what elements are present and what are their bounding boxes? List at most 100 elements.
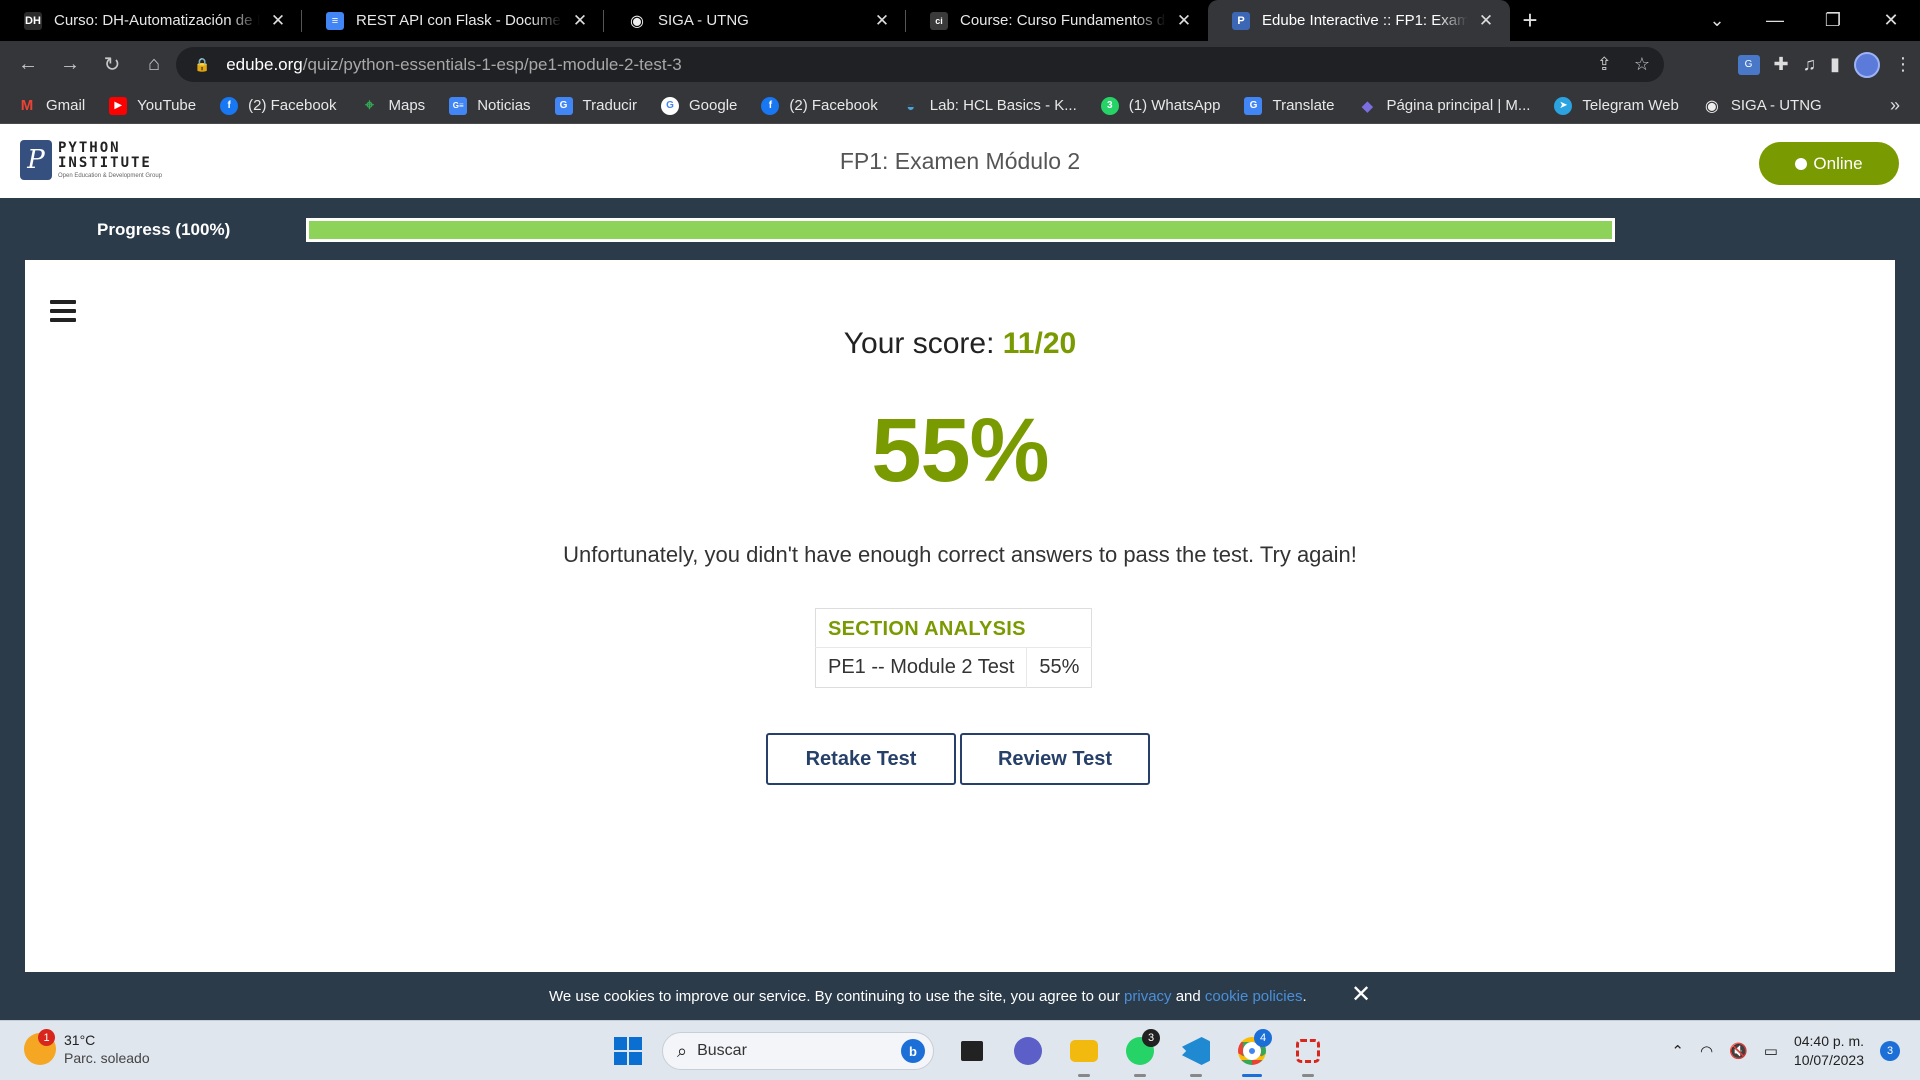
window-close-icon[interactable]: ✕ <box>1862 10 1920 31</box>
close-icon[interactable]: ✕ <box>570 11 590 31</box>
bookmark-facebook[interactable]: f (2) Facebook <box>220 96 337 115</box>
cookie-banner: We use cookies to improve our service. B… <box>25 972 1895 1020</box>
bookmark-star-icon[interactable]: ☆ <box>1634 54 1650 75</box>
restore-icon[interactable]: ❐ <box>1804 10 1862 31</box>
site-header: P PYTHON INSTITUTE Open Education & Deve… <box>0 124 1920 198</box>
progress-fill <box>309 221 1612 239</box>
cookie-close-icon[interactable]: ✕ <box>1351 980 1371 1009</box>
chevron-up-icon[interactable]: ⌃ <box>1671 1042 1684 1060</box>
weather-badge: 1 <box>38 1029 55 1046</box>
bookmark-telegram[interactable]: ➤ Telegram Web <box>1554 96 1679 115</box>
bookmark-pagina-principal[interactable]: ◆ Página principal | M... <box>1358 97 1531 115</box>
bookmark-noticias[interactable]: G≡ Noticias <box>449 96 531 115</box>
window-controls: ⌄ — ❐ ✕ <box>1688 0 1920 41</box>
section-analysis-header: SECTION ANALYSIS <box>815 608 1092 648</box>
tab-2[interactable]: ◉ SIGA - UTNG ✕ <box>604 0 906 41</box>
teams-chat-icon[interactable] <box>1000 1029 1056 1073</box>
search-icon: ⌕ <box>677 1040 688 1061</box>
hamburger-menu-icon[interactable] <box>50 300 76 327</box>
whatsapp-icon: 3 <box>1100 96 1119 115</box>
tab-title: Curso: DH-Automatización de Infraestruct… <box>54 12 260 29</box>
vscode-icon[interactable] <box>1168 1029 1224 1077</box>
bookmark-traducir[interactable]: G Traducir <box>554 96 637 115</box>
weather-widget[interactable]: 1 31°C Parc. soleado <box>24 1029 150 1067</box>
system-tray: ⌃ ◠ 🔇 ▭ 04:40 p. m. 10/07/2023 3 <box>1671 1021 1900 1080</box>
file-explorer-icon[interactable] <box>1056 1029 1112 1077</box>
taskbar-search[interactable]: ⌕ Buscar b <box>662 1032 934 1070</box>
bookmarks-overflow-icon[interactable]: » <box>1890 95 1900 116</box>
chrome-badge: 4 <box>1254 1029 1272 1047</box>
tab-3[interactable]: ci Course: Curso Fundamentos de Python ✕ <box>906 0 1208 41</box>
progress-section: Progress (100%) <box>0 198 1920 260</box>
clock[interactable]: 04:40 p. m. 10/07/2023 <box>1794 1032 1864 1070</box>
cisco-icon: ci <box>930 11 948 30</box>
media-control-icon[interactable]: ♫ <box>1803 54 1817 75</box>
minimize-icon[interactable]: — <box>1746 10 1804 31</box>
menu-kebab-icon[interactable]: ⋮ <box>1894 54 1912 75</box>
bookmarks-bar: M Gmail ▶ YouTube f (2) Facebook ⌖ Maps G≡ No… <box>0 88 1920 124</box>
bookmark-gmail[interactable]: M Gmail <box>18 97 85 115</box>
chrome-icon[interactable]: 4 <box>1224 1029 1280 1077</box>
bookmark-youtube[interactable]: ▶ YouTube <box>109 96 196 115</box>
tab-search-icon[interactable]: ⌄ <box>1688 10 1746 31</box>
section-name: PE1 -- Module 2 Test <box>828 656 1015 678</box>
tab-title: Course: Curso Fundamentos de Python <box>960 12 1166 29</box>
close-icon[interactable]: ✕ <box>1476 11 1496 31</box>
weather-desc: Parc. soleado <box>64 1050 150 1066</box>
wifi-icon[interactable]: ◠ <box>1700 1042 1713 1060</box>
bookmark-siga[interactable]: ◉ SIGA - UTNG <box>1703 97 1822 115</box>
browser-toolbar: ← → ↻ ⌂ 🔒 edube.org/quiz/python-essentia… <box>0 41 1920 88</box>
section-score: 55% <box>1026 647 1092 688</box>
lock-icon[interactable]: 🔒 <box>194 57 210 73</box>
windows-start-icon[interactable] <box>606 1029 650 1073</box>
privacy-link[interactable]: privacy <box>1124 988 1172 1005</box>
translate-extension-icon[interactable]: G <box>1737 54 1760 75</box>
telegram-icon: ➤ <box>1554 96 1573 115</box>
speaker-muted-icon[interactable]: 🔇 <box>1729 1042 1748 1060</box>
cookie-text: We use cookies to improve our service. B… <box>549 988 1307 1005</box>
home-icon[interactable]: ⌂ <box>134 45 174 85</box>
address-bar[interactable]: 🔒 edube.org/quiz/python-essentials-1-esp… <box>176 47 1664 82</box>
new-tab-button[interactable]: + <box>1510 0 1550 41</box>
bookmark-hcl-lab[interactable]: ◒ Lab: HCL Basics - K... <box>902 97 1077 115</box>
review-test-button[interactable]: Review Test <box>960 733 1150 785</box>
score-percent: 55% <box>871 401 1049 501</box>
google-icon: G <box>661 96 680 115</box>
tab-title: REST API con Flask - Documentos de Googl… <box>356 12 562 29</box>
score-line: Your score: 11/20 <box>843 327 1077 360</box>
page-title: FP1: Examen Módulo 2 <box>839 148 1081 174</box>
share-icon[interactable]: ⇪ <box>1597 54 1612 75</box>
notification-badge[interactable]: 3 <box>1880 1041 1900 1061</box>
snipping-tool-icon[interactable] <box>1280 1029 1336 1077</box>
tab-title: SIGA - UTNG <box>658 12 749 29</box>
whatsapp-app-icon[interactable]: 3 <box>1112 1029 1168 1077</box>
tab-0[interactable]: DH Curso: DH-Automatización de Infraestr… <box>0 0 302 41</box>
close-icon[interactable]: ✕ <box>872 11 892 31</box>
close-icon[interactable]: ✕ <box>268 11 288 31</box>
tab-1[interactable]: ≡ REST API con Flask - Documentos de Goo… <box>302 0 604 41</box>
browser-tab-strip: DH Curso: DH-Automatización de Infraestr… <box>0 0 1920 41</box>
bookmark-translate[interactable]: G Translate <box>1244 96 1334 115</box>
bookmark-google[interactable]: G Google <box>661 96 737 115</box>
side-panel-icon[interactable]: ▮ <box>1830 54 1840 75</box>
reload-icon[interactable]: ↻ <box>92 45 132 85</box>
bing-icon[interactable]: b <box>901 1039 925 1063</box>
profile-avatar[interactable] <box>1854 51 1880 78</box>
close-icon[interactable]: ✕ <box>1174 11 1194 31</box>
battery-icon[interactable]: ▭ <box>1764 1042 1778 1060</box>
extensions-puzzle-icon[interactable]: ✚ <box>1774 54 1789 75</box>
retake-test-button[interactable]: Retake Test <box>766 733 956 785</box>
task-view-icon[interactable] <box>944 1029 1000 1073</box>
online-status-button[interactable]: Online <box>1759 142 1899 185</box>
facebook-icon: f <box>220 96 239 115</box>
back-icon[interactable]: ← <box>8 45 48 85</box>
bookmark-maps[interactable]: ⌖ Maps <box>361 97 425 115</box>
globe-icon: ◉ <box>628 11 646 30</box>
taskbar-apps: ⌕ Buscar b 3 4 <box>606 1029 1336 1077</box>
cookie-policies-link[interactable]: cookie policies <box>1205 988 1303 1005</box>
forward-icon[interactable]: → <box>50 45 90 85</box>
tab-4-active[interactable]: P Edube Interactive :: FP1: Examen Módul… <box>1208 0 1510 41</box>
bookmark-whatsapp[interactable]: 3 (1) WhatsApp <box>1100 96 1220 115</box>
gmail-icon: M <box>20 97 34 114</box>
bookmark-facebook-2[interactable]: f (2) Facebook <box>761 96 878 115</box>
